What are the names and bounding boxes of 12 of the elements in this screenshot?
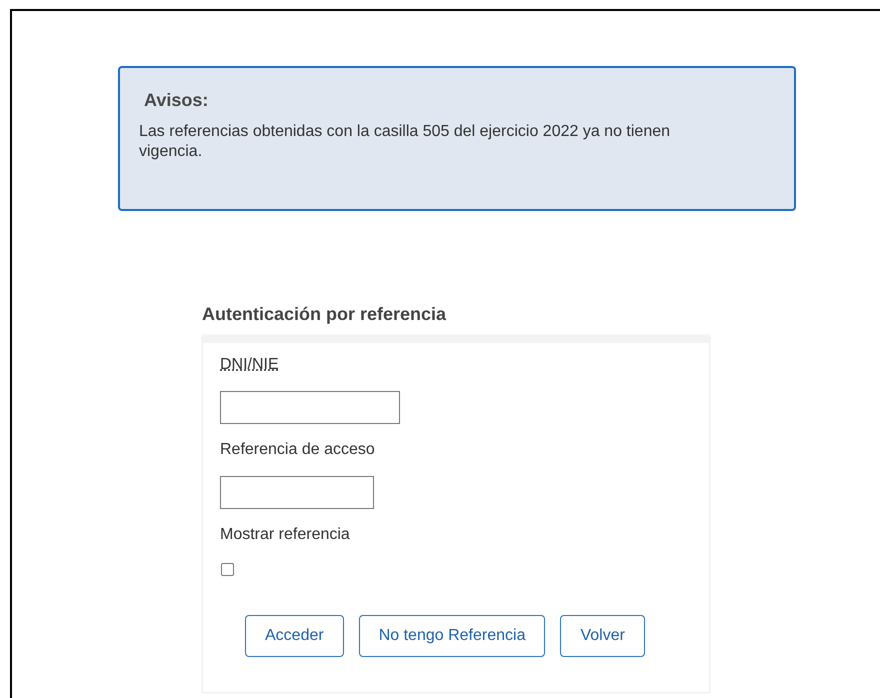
input-field[interactable] [220, 476, 374, 509]
input-field[interactable] [220, 391, 400, 424]
notice-title: Avisos: [144, 90, 210, 111]
form-button[interactable]: Volver [560, 615, 645, 657]
form-button[interactable]: Acceder [245, 615, 344, 657]
form-title: Autenticación por referencia [202, 304, 446, 325]
field-label: Referencia de acceso [220, 440, 375, 460]
notice-text: Las referencias obtenidas con la casilla 505 del ejercicio 2022 ya no tienen vigencia. [139, 122, 672, 162]
form-button[interactable]: No tengo Referencia [358, 615, 546, 657]
field-label: DNI/NIE [220, 355, 279, 375]
field-label: Mostrar referencia [220, 525, 350, 545]
checkbox[interactable] [221, 563, 234, 576]
